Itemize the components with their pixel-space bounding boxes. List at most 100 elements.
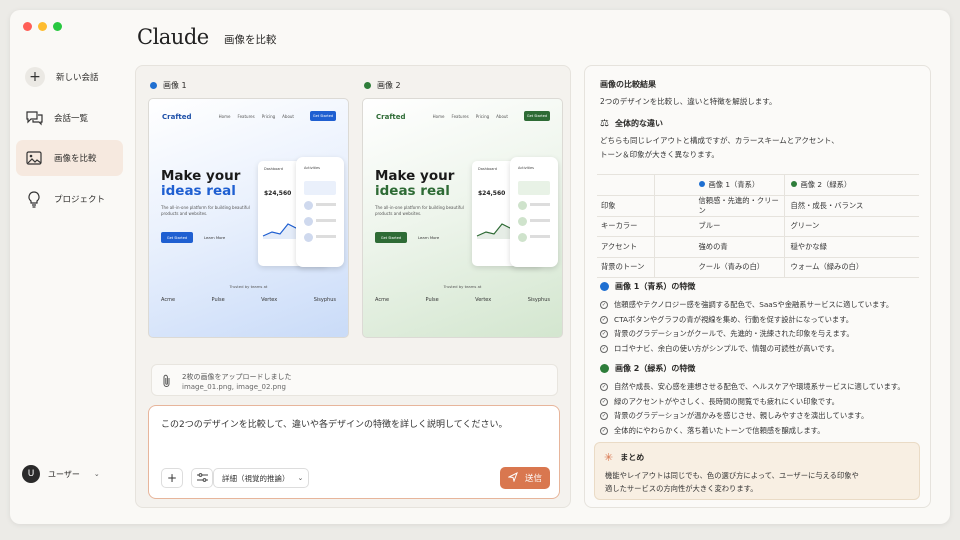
mock-nav-item: About <box>496 114 508 119</box>
mock-logos: Acme Pulse Vertex Sisyphus <box>161 297 336 303</box>
table-row: 背景のトーン クール（青みの白） ウォーム（緑みの白） <box>597 257 919 278</box>
mock-nav-item: About <box>282 114 294 119</box>
overall-text-line: トーン＆印象が大きく異なります。 <box>600 150 719 159</box>
mock-subtext: The all-in-one platform for building bea… <box>161 205 250 216</box>
mock-nav-item: Home <box>218 114 231 119</box>
send-button[interactable]: 送信 <box>500 467 550 489</box>
mock-nav-item: Pricing <box>261 114 276 119</box>
result-intro: 2つのデザインを比較し、違いと特徴を解説します。 <box>600 97 777 106</box>
list-item: ✓ 自然や成長、安心感を連想させる配色で、ヘルスケアや環境系サービスに適しています… <box>600 380 905 395</box>
user-menu[interactable]: U ユーザー ⌄ <box>22 465 100 483</box>
overall-text-line: どちらも同じレイアウトと構成ですが、カラースキームとアクセント、 <box>600 136 839 145</box>
result-title: 画像の比較結果 <box>600 80 656 89</box>
sidebar-item-compare-images[interactable]: 画像を比較 <box>16 140 123 176</box>
image-2-preview[interactable]: Crafted Home Features Pricing About Get … <box>362 98 563 338</box>
sidebar-item-new-chat[interactable]: + 新しい会話 <box>16 59 123 95</box>
mock-phone: Activities <box>296 157 344 267</box>
list-item: ✓ 信頼感やテクノロジー感を強調する配色で、SaaSや金融系サービスに適しています… <box>600 298 893 313</box>
scale-icon: ⚖ <box>600 118 609 129</box>
mock-button: Get Started <box>161 232 193 243</box>
sidebar-item-chat-list[interactable]: 会話一覧 <box>16 100 123 136</box>
mock-headline-line: ideas real <box>375 183 450 199</box>
attachment-files: image_01.png, image_02.png <box>182 383 286 391</box>
check-circle-icon: ✓ <box>600 426 608 435</box>
image-1-features-heading: 画像 1（青系）の特徴 <box>600 281 695 292</box>
table-cell: 自然・成長・バランス <box>784 195 919 217</box>
list-item: ✓ 緑のアクセントがやさしく、長時間の閲覧でも疲れにくい印象です。 <box>600 395 905 410</box>
list-item: ✓ CTAボタンやグラフの青が視線を集め、行動を促す設計になっています。 <box>600 313 893 328</box>
mock-cta: Get Started <box>524 111 550 121</box>
list-item: ✓ 背景のグラデーションがクールで、先進的・洗練された印象を与えます。 <box>600 327 893 342</box>
sidebar-item-projects[interactable]: プロジェクト <box>16 181 123 217</box>
sidebar-item-label: プロジェクト <box>54 195 106 205</box>
send-icon <box>507 471 518 485</box>
list-item-text: 全体的にやわらかく、落ち着いたトーンで信頼感を醸成します。 <box>614 425 825 435</box>
prompt-input[interactable]: この2つのデザインを比較して、違いや各デザインの特徴を詳しく説明してください。 <box>161 417 507 430</box>
mock-nav-item: Pricing <box>475 114 490 119</box>
summary-text: 機能やレイアウトは同じでも、色の選び方によって、ユーザーに与える印象や 適したサ… <box>605 469 859 495</box>
lightbulb-icon <box>25 190 43 208</box>
app-window: + 新しい会話 会話一覧 画像を比較 プロジェクト U ユーザー ⌄ Claud… <box>10 10 950 524</box>
mock-nav-item: Home <box>432 114 445 119</box>
chevron-down-icon: ⌄ <box>297 474 304 482</box>
attachment-title: 2枚の画像をアップロードしました <box>182 373 292 381</box>
table-cell: ブルー <box>654 216 785 237</box>
table-cell: グリーン <box>784 216 919 237</box>
mock-learn-more: Learn More <box>418 235 440 240</box>
table-header-cell <box>597 174 655 196</box>
list-item-text: 自然や成長、安心感を連想させる配色で、ヘルスケアや環境系サービスに適しています。 <box>614 382 905 392</box>
mock-phone: Activities <box>510 157 558 267</box>
prompt-box[interactable]: この2つのデザインを比較して、違いや各デザインの特徴を詳しく説明してください。 … <box>148 405 560 499</box>
sidebar-item-label: 画像を比較 <box>54 154 97 164</box>
sliders-icon <box>196 472 208 484</box>
mock-logo: Acme <box>375 297 390 303</box>
mock-logo: Pulse <box>425 297 439 303</box>
send-label: 送信 <box>524 474 542 484</box>
mock-phone-title: Activities <box>304 166 320 170</box>
sparkle-icon: ✳ <box>604 451 614 464</box>
mock-nav-item: Features <box>451 114 469 119</box>
mock-nav-item: Features <box>237 114 255 119</box>
table-row: キーカラー ブルー グリーン <box>597 216 919 237</box>
table-cell: アクセント <box>597 236 655 258</box>
mock-amount: $24,560 <box>478 190 506 197</box>
blue-dot-icon <box>600 282 609 291</box>
list-item-text: CTAボタンやグラフの青が視線を集め、行動を促す設計になっています。 <box>614 314 854 324</box>
sidebar-item-label: 新しい会話 <box>56 73 99 83</box>
plus-icon: + <box>166 471 178 485</box>
settings-button[interactable] <box>191 468 213 488</box>
mode-select[interactable]: 詳細（視覚的推論） ⌄ <box>213 468 309 488</box>
check-circle-icon: ✓ <box>600 397 608 406</box>
table-header-cell: 画像 2（緑系） <box>784 174 919 196</box>
mock-trusted: Trusted by teams at <box>443 284 482 289</box>
check-circle-icon: ✓ <box>600 383 608 392</box>
comparison-result-panel: 画像の比較結果 2つのデザインを比較し、違いと特徴を解説します。 ⚖ 全体的な違… <box>584 65 931 508</box>
sidebar-item-label: 会話一覧 <box>54 114 89 124</box>
add-attachment-button[interactable]: + <box>161 468 183 488</box>
image-2-features-heading: 画像 2（緑系）の特徴 <box>600 363 695 374</box>
table-header-row: 画像 1（青系） 画像 2（緑系） <box>597 174 919 196</box>
sidebar: + 新しい会話 会話一覧 画像を比較 プロジェクト U ユーザー ⌄ <box>10 10 132 524</box>
table-row: アクセント 強めの青 穏やかな緑 <box>597 236 919 258</box>
table-cell: クール（青みの白） <box>654 257 785 278</box>
attachment-card: 2枚の画像をアップロードしました image_01.png, image_02.… <box>151 364 558 396</box>
mock-subtext: The all-in-one platform for building bea… <box>375 205 464 216</box>
check-circle-icon: ✓ <box>600 315 608 324</box>
summary-box: ✳ まとめ 機能やレイアウトは同じでも、色の選び方によって、ユーザーに与える印象… <box>594 442 920 500</box>
user-name: ユーザー <box>48 469 80 479</box>
green-dot-icon <box>364 82 371 89</box>
list-item: ✓ 全体的にやわらかく、落ち着いたトーンで信頼感を醸成します。 <box>600 424 905 439</box>
mock-headline-line: ideas real <box>161 183 236 199</box>
list-item-text: ロゴやナビ、余白の使い方がシンプルで、情報の可読性が高いです。 <box>614 343 839 353</box>
check-circle-icon: ✓ <box>600 330 608 339</box>
image-label-text: 画像 2 <box>377 81 401 90</box>
blue-dot-icon <box>150 82 157 89</box>
mock-headline-line: Make your <box>161 168 241 184</box>
mock-cta: Get Started <box>310 111 336 121</box>
mock-amount: $24,560 <box>264 190 292 197</box>
image-compare-panel: 画像 1 画像 2 Crafted Home Features Pricing … <box>135 65 571 508</box>
image-1-features-list: ✓ 信頼感やテクノロジー感を強調する配色で、SaaSや金融系サービスに適しています… <box>600 298 893 356</box>
image-1-preview[interactable]: Crafted Home Features Pricing About Get … <box>148 98 349 338</box>
mock-nav: Home Features Pricing About <box>219 114 294 119</box>
mock-trusted: Trusted by teams at <box>229 284 268 289</box>
